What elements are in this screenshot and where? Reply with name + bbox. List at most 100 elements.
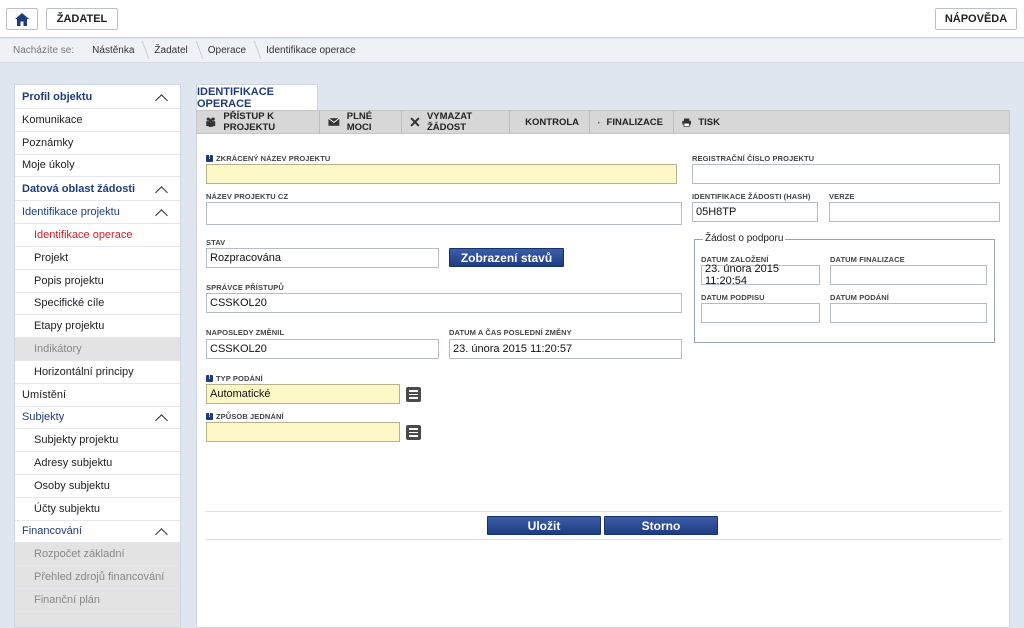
sidebar-item[interactable]: Moje úkoly bbox=[15, 155, 180, 178]
sidebar-item-label: Finanční plán bbox=[34, 593, 101, 606]
chevron-up-icon[interactable] bbox=[156, 207, 166, 217]
sidebar-item[interactable]: Umístění bbox=[15, 384, 180, 407]
chevron-up-icon[interactable] bbox=[156, 92, 166, 102]
identifikace-hash-label: IDENTIFIKACE ŽÁDOSTI (HASH) bbox=[692, 192, 811, 201]
divider bbox=[205, 539, 1002, 540]
breadcrumb-item-zadatel[interactable]: Žadatel bbox=[146, 45, 199, 56]
list-icon[interactable] bbox=[406, 387, 421, 402]
stav-field: Rozpracována bbox=[206, 248, 439, 268]
sidebar-item[interactable]: Účty subjektu bbox=[15, 498, 180, 521]
zpusob-jednani-select[interactable] bbox=[206, 422, 400, 442]
sidebar-item[interactable]: Identifikace projektu bbox=[15, 201, 180, 225]
identifikace-hash-field: 05H8TP bbox=[692, 202, 818, 222]
chevron-up-icon[interactable] bbox=[156, 526, 166, 536]
chevron-up-icon[interactable] bbox=[156, 412, 166, 422]
sidebar-item-label: Horizontální principy bbox=[34, 365, 134, 378]
form-content: ! ZKRÁCENÝ NÁZEV PROJEKTU NÁZEV PROJEKTU … bbox=[196, 134, 1010, 628]
sidebar-item: Indikátory bbox=[15, 338, 180, 361]
sidebar-item-label: Projekt bbox=[34, 251, 69, 264]
sidebar-nav: Profil objektu Komunikace Poznámky Moje úko… bbox=[14, 84, 181, 628]
sidebar-item-label: Účty subjektu bbox=[34, 502, 101, 515]
chevron-up-icon[interactable] bbox=[156, 184, 166, 194]
nazev-cz-label: NÁZEV PROJEKTU CZ bbox=[206, 192, 289, 201]
kontrola-button[interactable]: KONTROLA bbox=[510, 111, 590, 133]
home-icon bbox=[15, 12, 29, 26]
sidebar-item[interactable]: Etapy projektu bbox=[15, 315, 180, 339]
sidebar-item-label: Subjekty projektu bbox=[34, 434, 119, 447]
zpusob-jednani-label: ! ZPŮSOB JEDNÁNÍ bbox=[206, 412, 284, 421]
sidebar-item-label: Etapy projektu bbox=[34, 320, 105, 333]
sidebar-item-label: Přehled zdrojů financování bbox=[34, 571, 165, 584]
breadcrumb-item-identifikace: Identifikace operace bbox=[266, 45, 356, 56]
sidebar-item[interactable]: Komunikace bbox=[15, 109, 180, 132]
nazev-cz-input[interactable] bbox=[206, 202, 682, 225]
zkraceny-nazev-label-text: ZKRÁCENÝ NÁZEV PROJEKTU bbox=[216, 154, 331, 163]
spravce-field: CSSKOL20 bbox=[206, 293, 682, 313]
plne-moci-button[interactable]: PLNÉ MOCI bbox=[320, 111, 402, 133]
sidebar-item[interactable]: Profil objektu bbox=[15, 85, 180, 109]
sidebar-item-label: Profil objektu bbox=[22, 90, 93, 103]
sidebar-item[interactable]: Subjekty projektu bbox=[15, 429, 180, 453]
list-icon[interactable] bbox=[406, 425, 421, 440]
finalizace-button[interactable]: FINALIZACE bbox=[590, 111, 674, 133]
delete-icon bbox=[410, 117, 420, 127]
sidebar-item-label: Komunikace bbox=[22, 113, 83, 126]
sidebar-item-label: Subjekty bbox=[22, 411, 65, 424]
storno-button[interactable]: Storno bbox=[604, 516, 718, 535]
sidebar-item[interactable]: Financování bbox=[15, 521, 180, 544]
print-button[interactable]: TISK bbox=[674, 111, 730, 133]
sidebar-item[interactable]: Specifické cíle bbox=[15, 293, 180, 316]
breadcrumb-prefix: Nacházíte se: bbox=[13, 45, 75, 56]
sidebar-item[interactable]: Datová oblast žádosti bbox=[15, 177, 180, 202]
sidebar-item[interactable]: Projekt bbox=[15, 247, 180, 270]
sidebar-item[interactable]: Subjekty bbox=[15, 407, 180, 430]
access-button[interactable]: PŘÍSTUP K PROJEKTU bbox=[197, 111, 320, 133]
sidebar-item-label: Financování bbox=[22, 525, 82, 538]
typ-podani-select[interactable]: Automatické bbox=[206, 384, 400, 404]
plne-moci-label: PLNÉ MOCI bbox=[346, 111, 373, 133]
zkraceny-nazev-input[interactable] bbox=[206, 164, 677, 184]
naposledy-zmenil-field: CSSKOL20 bbox=[206, 339, 439, 359]
sidebar-item[interactable]: Popis projektu bbox=[15, 270, 180, 293]
print-label: TISK bbox=[698, 116, 720, 128]
people-icon bbox=[206, 117, 216, 127]
sidebar-item-label: Adresy subjektu bbox=[34, 457, 113, 470]
typ-podani-label: ! TYP PODÁNÍ bbox=[206, 374, 263, 383]
sidebar-item-label: Moje úkoly bbox=[22, 159, 75, 172]
access-label: PŘÍSTUP K PROJEKTU bbox=[223, 111, 276, 133]
breadcrumb-item-operace[interactable]: Operace bbox=[200, 45, 258, 56]
datum-finalizace-field bbox=[830, 265, 987, 285]
zobrazeni-stavu-button[interactable]: Zobrazení stavů bbox=[449, 248, 564, 267]
verze-field bbox=[829, 202, 1000, 222]
datum-podani-field bbox=[830, 303, 987, 323]
divider bbox=[205, 511, 1002, 512]
sidebar-item[interactable]: Poznámky bbox=[15, 132, 180, 155]
lock-icon bbox=[598, 121, 600, 123]
sidebar-item[interactable]: Identifikace operace bbox=[15, 224, 180, 247]
sidebar-item-label: Osoby subjektu bbox=[34, 479, 110, 492]
sidebar-item bbox=[15, 611, 180, 627]
datum-zalozeni-field: 23. února 2015 11:20:54 bbox=[701, 263, 820, 287]
zadatel-button[interactable]: ŽADATEL bbox=[46, 8, 118, 30]
sidebar-item[interactable]: Horizontální principy bbox=[15, 361, 180, 384]
main-panel: IDENTIFIKACE OPERACE PŘÍSTUP K PROJEKTU … bbox=[196, 84, 1010, 628]
home-button[interactable] bbox=[6, 8, 38, 30]
delete-request-button[interactable]: VYMAZAT ŽÁDOST bbox=[402, 111, 510, 133]
print-icon bbox=[682, 117, 692, 127]
sidebar-item-label: Indikátory bbox=[34, 343, 82, 356]
help-button[interactable]: NÁPOVĚDA bbox=[935, 8, 1017, 30]
ulozit-button[interactable]: Uložit bbox=[487, 516, 601, 535]
breadcrumb-item-nastenka[interactable]: Nástěnka bbox=[84, 45, 146, 56]
sidebar-item[interactable]: Osoby subjektu bbox=[15, 475, 180, 498]
required-icon: ! bbox=[206, 413, 213, 420]
sidebar-item[interactable]: Adresy subjektu bbox=[15, 452, 180, 475]
kontrola-label: KONTROLA bbox=[525, 116, 579, 128]
datum-podpisu-field bbox=[701, 303, 820, 323]
tab-identifikace-operace[interactable]: IDENTIFIKACE OPERACE bbox=[196, 84, 318, 111]
verze-label: VERZE bbox=[829, 192, 855, 201]
sidebar-item-label: Rozpočet základní bbox=[34, 548, 125, 561]
required-icon: ! bbox=[206, 375, 213, 382]
required-icon: ! bbox=[206, 155, 213, 162]
sidebar-item-label: Poznámky bbox=[22, 136, 74, 149]
datum-zmeny-field: 23. února 2015 11:20:57 bbox=[449, 339, 682, 359]
